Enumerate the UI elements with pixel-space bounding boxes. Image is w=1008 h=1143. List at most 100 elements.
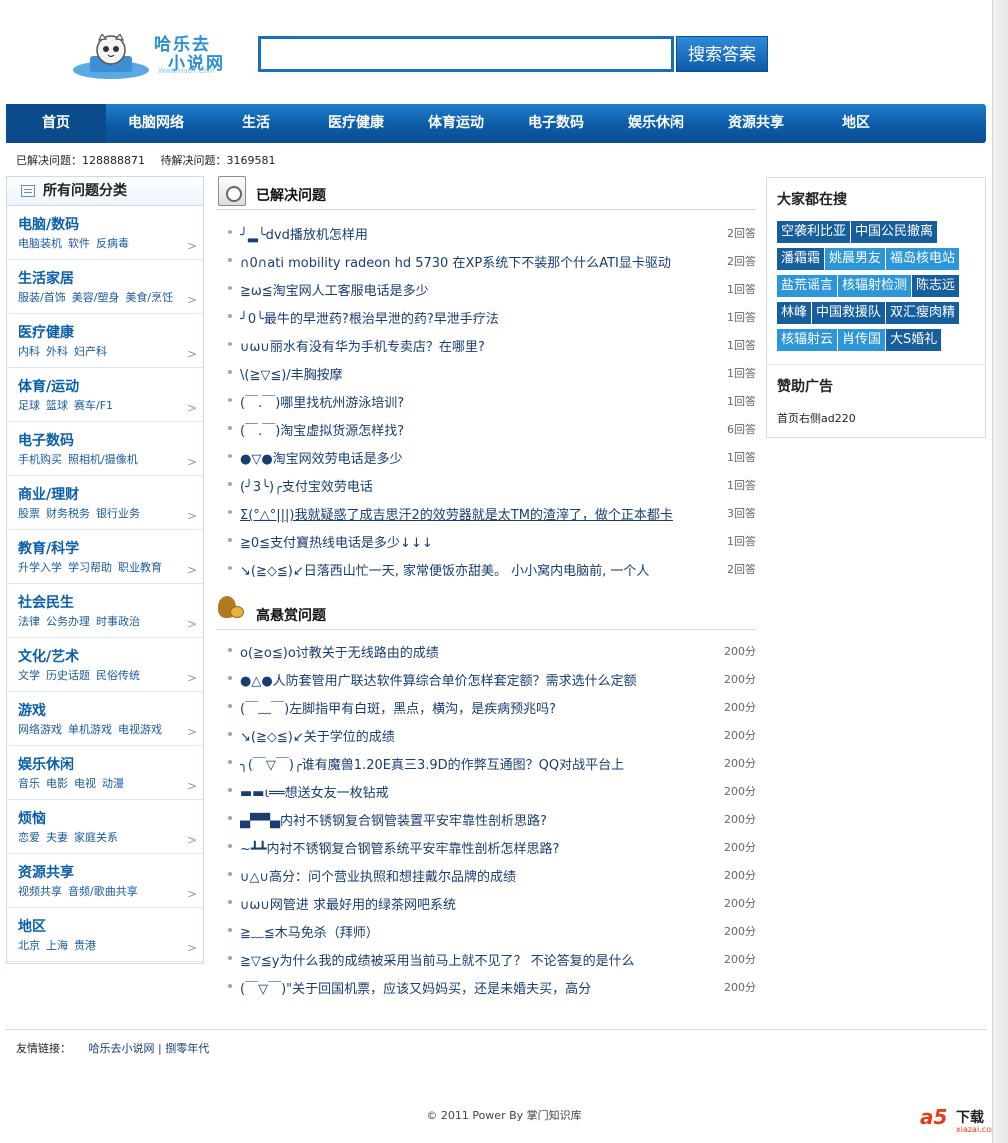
scrollbar-track[interactable]: [992, 0, 1008, 1143]
category-sub-link[interactable]: 妇产科: [74, 345, 107, 358]
friend-links-list[interactable]: 哈乐去小说网 | 捌零年代: [89, 1042, 210, 1055]
category-sub-link[interactable]: 篮球: [46, 399, 68, 412]
category-sub-link[interactable]: 美容/塑身: [72, 291, 120, 304]
question-link[interactable]: (￣﹏￣)左脚指甲有白斑，黑点，横沟，是疾病预兆吗?: [240, 698, 690, 717]
chevron-right-icon[interactable]: >: [187, 563, 197, 577]
category-title[interactable]: 文化/艺术: [18, 638, 203, 666]
category-sub-link[interactable]: 美食/烹饪: [125, 291, 173, 304]
category-sub-link[interactable]: 音乐: [18, 777, 40, 790]
nav-item-health[interactable]: 医疗健康: [306, 104, 406, 143]
question-link[interactable]: ╯▂╰dvd播放机怎样用: [240, 224, 690, 243]
category-sub-link[interactable]: 公务办理: [46, 615, 90, 628]
category-item[interactable]: 医疗健康 内科 外科 妇产科 >: [7, 314, 203, 368]
ad-placeholder[interactable]: 首页右侧ad220: [777, 410, 856, 426]
category-sub-link[interactable]: 家庭关系: [74, 831, 118, 844]
hot-search-tag[interactable]: 潘霜霜: [777, 248, 825, 270]
search-input[interactable]: [258, 36, 674, 72]
chevron-right-icon[interactable]: >: [187, 941, 197, 955]
category-item[interactable]: 电子数码 手机购买 照相机/摄像机 >: [7, 422, 203, 476]
hot-search-tag[interactable]: 核辐射检测: [838, 275, 912, 297]
category-item[interactable]: 社会民生 法律 公务办理 时事政治 >: [7, 584, 203, 638]
question-link[interactable]: ≧﹏≦木马免杀（拜师）: [240, 922, 690, 941]
hot-search-tag[interactable]: 盐荒谣言: [777, 275, 838, 297]
nav-item-computer[interactable]: 电脑网络: [106, 104, 206, 143]
hot-search-tag[interactable]: 肖传国: [838, 329, 886, 351]
category-title[interactable]: 游戏: [18, 692, 203, 720]
category-sub-link[interactable]: 内科: [18, 345, 40, 358]
question-link[interactable]: o(≧o≦)o讨教关于无线路由的成绩: [240, 642, 690, 661]
category-sub-link[interactable]: 股票: [18, 507, 40, 520]
question-link[interactable]: ↘(≧◇≦)↙关于学位的成绩: [240, 726, 690, 745]
category-title[interactable]: 烦恼: [18, 800, 203, 828]
question-link[interactable]: ↘(≧◇≦)↙日落西山忙一天, 家常便饭亦甜美。 小小窝内电脑前, 一个人: [240, 560, 690, 579]
hot-search-tag[interactable]: 大S婚礼: [886, 329, 942, 351]
category-sub-link[interactable]: 恋爱: [18, 831, 40, 844]
category-item[interactable]: 文化/艺术 文学 历史话题 民俗传统 >: [7, 638, 203, 692]
chevron-right-icon[interactable]: >: [187, 401, 197, 415]
question-link[interactable]: ▬▬ι══想送女友一枚钻戒: [240, 782, 690, 801]
category-title[interactable]: 体育/运动: [18, 368, 203, 396]
category-sub-link[interactable]: 银行业务: [96, 507, 140, 520]
category-title[interactable]: 社会民生: [18, 584, 203, 612]
hot-search-tag[interactable]: 陈志远: [912, 275, 960, 297]
question-link[interactable]: Σ(°△°|||)我就疑惑了成吉思汗2的效劳器就是太TM的渣滓了，做个正本都卡: [240, 504, 690, 523]
hot-search-tag[interactable]: 中国救援队: [812, 302, 886, 324]
category-sub-link[interactable]: 职业教育: [118, 561, 162, 574]
question-link[interactable]: ●△●人防套管用广联达软件算综合单价怎样套定额？需求选什么定额: [240, 670, 690, 689]
hot-search-tag[interactable]: 核辐射云: [777, 329, 838, 351]
hot-search-tag[interactable]: 中国公民撤离: [851, 221, 938, 243]
category-title[interactable]: 商业/理财: [18, 476, 203, 504]
category-item[interactable]: 生活家居 服装/首饰 美容/塑身 美食/烹饪 >: [7, 260, 203, 314]
category-sub-link[interactable]: 电视游戏: [118, 723, 162, 736]
category-sub-link[interactable]: 时事政治: [96, 615, 140, 628]
category-sub-link[interactable]: 贵港: [74, 939, 96, 952]
nav-item-entertainment[interactable]: 娱乐休闲: [606, 104, 706, 143]
category-title[interactable]: 生活家居: [18, 260, 203, 288]
question-link[interactable]: ▄▀▀▄内衬不锈钢复合钢管装置平安牢靠性剖析思路?: [240, 810, 690, 829]
nav-item-life[interactable]: 生活: [206, 104, 306, 143]
category-sub-link[interactable]: 电影: [46, 777, 68, 790]
category-sub-link[interactable]: 视频共享: [18, 885, 62, 898]
question-link[interactable]: ∩0∩ati mobility radeon hd 5730 在XP系统下不装那…: [240, 252, 690, 271]
chevron-right-icon[interactable]: >: [187, 293, 197, 307]
question-link[interactable]: ≧ω≦淘宝网人工客服电话是多少: [240, 280, 690, 299]
category-item[interactable]: 体育/运动 足球 篮球 赛车/F1 >: [7, 368, 203, 422]
category-sub-link[interactable]: 外科: [46, 345, 68, 358]
chevron-right-icon[interactable]: >: [187, 725, 197, 739]
category-sub-link[interactable]: 动漫: [102, 777, 124, 790]
category-item[interactable]: 资源共享 视频共享 音频/歌曲共享 >: [7, 854, 203, 908]
category-sub-link[interactable]: 上海: [46, 939, 68, 952]
chevron-right-icon[interactable]: >: [187, 239, 197, 253]
nav-item-sports[interactable]: 体育运动: [406, 104, 506, 143]
category-sub-link[interactable]: 赛车/F1: [74, 399, 113, 412]
category-title[interactable]: 地区: [18, 908, 203, 936]
chevron-right-icon[interactable]: >: [187, 779, 197, 793]
question-link[interactable]: ∪ω∪丽水有没有华为手机专卖店？在哪里?: [240, 336, 690, 355]
category-sub-link[interactable]: 夫妻: [46, 831, 68, 844]
category-sub-link[interactable]: 历史话题: [46, 669, 90, 682]
question-link[interactable]: ●▽●淘宝网效劳电话是多少: [240, 448, 690, 467]
question-link[interactable]: ∪△∪高分：问个营业执照和想挂戴尔品牌的成绩: [240, 866, 690, 885]
question-link[interactable]: (￣▽￣)"关于回国机票，应该又妈妈买，还是未婚夫买，高分: [240, 978, 690, 997]
chevron-right-icon[interactable]: >: [187, 455, 197, 469]
category-sub-link[interactable]: 电脑装机: [18, 237, 62, 250]
search-button[interactable]: 搜索答案: [676, 36, 768, 72]
category-sub-link[interactable]: 足球: [18, 399, 40, 412]
hot-search-tag[interactable]: 林峰: [777, 302, 812, 324]
category-item[interactable]: 电脑/数码 电脑装机 软件 反病毒 >: [7, 206, 203, 260]
category-sub-link[interactable]: 学习帮助: [68, 561, 112, 574]
nav-item-resources[interactable]: 资源共享: [706, 104, 806, 143]
question-link[interactable]: ╯0╰最牛的早泄药?根治早泄的药?早泄手疗法: [240, 308, 690, 327]
category-sub-link[interactable]: 法律: [18, 615, 40, 628]
hot-search-tag[interactable]: 福岛核电站: [886, 248, 960, 270]
category-title[interactable]: 教育/科学: [18, 530, 203, 558]
category-sub-link[interactable]: 反病毒: [96, 237, 129, 250]
chevron-right-icon[interactable]: >: [187, 887, 197, 901]
category-item[interactable]: 烦恼 恋爱 夫妻 家庭关系 >: [7, 800, 203, 854]
category-item[interactable]: 娱乐休闲 音乐 电影 电视 动漫 >: [7, 746, 203, 800]
category-sub-link[interactable]: 单机游戏: [68, 723, 112, 736]
chevron-right-icon[interactable]: >: [187, 617, 197, 631]
nav-item-region[interactable]: 地区: [806, 104, 906, 143]
chevron-right-icon[interactable]: >: [187, 347, 197, 361]
chevron-right-icon[interactable]: >: [187, 833, 197, 847]
